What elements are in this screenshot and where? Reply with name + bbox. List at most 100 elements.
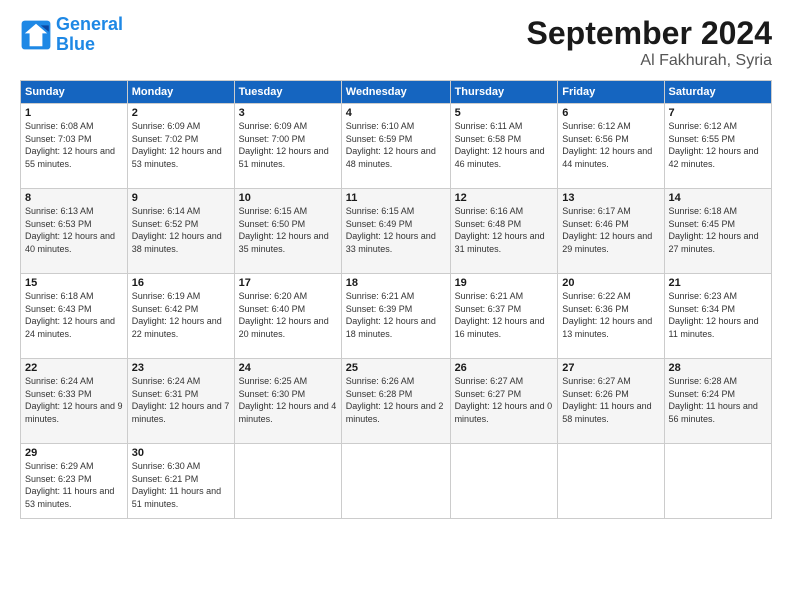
month-title: September 2024 [527, 15, 772, 52]
day-number: 19 [455, 277, 554, 289]
day-number: 3 [239, 107, 337, 119]
calendar-cell: 15Sunrise: 6:18 AMSunset: 6:43 PMDayligh… [21, 274, 128, 359]
day-number: 30 [132, 447, 230, 459]
day-number: 13 [562, 192, 659, 204]
day-info: Sunrise: 6:09 AMSunset: 7:00 PMDaylight:… [239, 120, 337, 170]
day-info: Sunrise: 6:11 AMSunset: 6:58 PMDaylight:… [455, 120, 554, 170]
calendar-cell: 17Sunrise: 6:20 AMSunset: 6:40 PMDayligh… [234, 274, 341, 359]
day-number: 7 [669, 107, 767, 119]
day-number: 28 [669, 362, 767, 374]
day-number: 2 [132, 107, 230, 119]
day-info: Sunrise: 6:20 AMSunset: 6:40 PMDaylight:… [239, 290, 337, 340]
day-number: 16 [132, 277, 230, 289]
day-number: 12 [455, 192, 554, 204]
day-info: Sunrise: 6:23 AMSunset: 6:34 PMDaylight:… [669, 290, 767, 340]
calendar-cell: 5Sunrise: 6:11 AMSunset: 6:58 PMDaylight… [450, 104, 558, 189]
calendar-cell: 4Sunrise: 6:10 AMSunset: 6:59 PMDaylight… [341, 104, 450, 189]
day-info: Sunrise: 6:15 AMSunset: 6:49 PMDaylight:… [346, 205, 446, 255]
day-info: Sunrise: 6:10 AMSunset: 6:59 PMDaylight:… [346, 120, 446, 170]
calendar-header-saturday: Saturday [664, 81, 771, 104]
calendar-header-friday: Friday [558, 81, 664, 104]
day-info: Sunrise: 6:14 AMSunset: 6:52 PMDaylight:… [132, 205, 230, 255]
calendar-cell [234, 444, 341, 519]
day-info: Sunrise: 6:17 AMSunset: 6:46 PMDaylight:… [562, 205, 659, 255]
calendar-cell: 14Sunrise: 6:18 AMSunset: 6:45 PMDayligh… [664, 189, 771, 274]
calendar-cell: 30Sunrise: 6:30 AMSunset: 6:21 PMDayligh… [127, 444, 234, 519]
page: General Blue September 2024 Al Fakhurah,… [0, 0, 792, 612]
day-info: Sunrise: 6:15 AMSunset: 6:50 PMDaylight:… [239, 205, 337, 255]
day-info: Sunrise: 6:12 AMSunset: 6:55 PMDaylight:… [669, 120, 767, 170]
day-info: Sunrise: 6:24 AMSunset: 6:33 PMDaylight:… [25, 375, 123, 425]
calendar-cell: 19Sunrise: 6:21 AMSunset: 6:37 PMDayligh… [450, 274, 558, 359]
header: General Blue September 2024 Al Fakhurah,… [20, 15, 772, 70]
day-number: 11 [346, 192, 446, 204]
calendar-cell: 24Sunrise: 6:25 AMSunset: 6:30 PMDayligh… [234, 359, 341, 444]
calendar-header-monday: Monday [127, 81, 234, 104]
day-info: Sunrise: 6:30 AMSunset: 6:21 PMDaylight:… [132, 460, 230, 510]
day-info: Sunrise: 6:27 AMSunset: 6:26 PMDaylight:… [562, 375, 659, 425]
calendar-cell [341, 444, 450, 519]
day-info: Sunrise: 6:13 AMSunset: 6:53 PMDaylight:… [25, 205, 123, 255]
day-number: 25 [346, 362, 446, 374]
day-info: Sunrise: 6:18 AMSunset: 6:45 PMDaylight:… [669, 205, 767, 255]
day-info: Sunrise: 6:29 AMSunset: 6:23 PMDaylight:… [25, 460, 123, 510]
calendar-cell [558, 444, 664, 519]
calendar-cell: 21Sunrise: 6:23 AMSunset: 6:34 PMDayligh… [664, 274, 771, 359]
day-info: Sunrise: 6:09 AMSunset: 7:02 PMDaylight:… [132, 120, 230, 170]
calendar: SundayMondayTuesdayWednesdayThursdayFrid… [20, 80, 772, 519]
calendar-week-row: 22Sunrise: 6:24 AMSunset: 6:33 PMDayligh… [21, 359, 772, 444]
day-number: 29 [25, 447, 123, 459]
calendar-cell: 10Sunrise: 6:15 AMSunset: 6:50 PMDayligh… [234, 189, 341, 274]
logo-icon [20, 19, 52, 51]
day-number: 21 [669, 277, 767, 289]
day-number: 24 [239, 362, 337, 374]
day-number: 1 [25, 107, 123, 119]
location-title: Al Fakhurah, Syria [527, 52, 772, 70]
day-info: Sunrise: 6:26 AMSunset: 6:28 PMDaylight:… [346, 375, 446, 425]
calendar-header-tuesday: Tuesday [234, 81, 341, 104]
day-number: 14 [669, 192, 767, 204]
day-number: 8 [25, 192, 123, 204]
day-number: 4 [346, 107, 446, 119]
day-number: 6 [562, 107, 659, 119]
day-info: Sunrise: 6:18 AMSunset: 6:43 PMDaylight:… [25, 290, 123, 340]
logo-text: General Blue [56, 15, 123, 55]
calendar-cell: 29Sunrise: 6:29 AMSunset: 6:23 PMDayligh… [21, 444, 128, 519]
day-number: 18 [346, 277, 446, 289]
day-number: 17 [239, 277, 337, 289]
calendar-cell: 23Sunrise: 6:24 AMSunset: 6:31 PMDayligh… [127, 359, 234, 444]
calendar-cell: 8Sunrise: 6:13 AMSunset: 6:53 PMDaylight… [21, 189, 128, 274]
day-info: Sunrise: 6:12 AMSunset: 6:56 PMDaylight:… [562, 120, 659, 170]
day-info: Sunrise: 6:28 AMSunset: 6:24 PMDaylight:… [669, 375, 767, 425]
day-info: Sunrise: 6:27 AMSunset: 6:27 PMDaylight:… [455, 375, 554, 425]
calendar-cell: 1Sunrise: 6:08 AMSunset: 7:03 PMDaylight… [21, 104, 128, 189]
day-info: Sunrise: 6:21 AMSunset: 6:39 PMDaylight:… [346, 290, 446, 340]
day-number: 23 [132, 362, 230, 374]
day-info: Sunrise: 6:08 AMSunset: 7:03 PMDaylight:… [25, 120, 123, 170]
calendar-cell [450, 444, 558, 519]
day-info: Sunrise: 6:19 AMSunset: 6:42 PMDaylight:… [132, 290, 230, 340]
day-number: 20 [562, 277, 659, 289]
calendar-cell: 28Sunrise: 6:28 AMSunset: 6:24 PMDayligh… [664, 359, 771, 444]
title-block: September 2024 Al Fakhurah, Syria [527, 15, 772, 70]
calendar-cell: 16Sunrise: 6:19 AMSunset: 6:42 PMDayligh… [127, 274, 234, 359]
day-info: Sunrise: 6:22 AMSunset: 6:36 PMDaylight:… [562, 290, 659, 340]
calendar-cell: 20Sunrise: 6:22 AMSunset: 6:36 PMDayligh… [558, 274, 664, 359]
day-number: 15 [25, 277, 123, 289]
day-info: Sunrise: 6:25 AMSunset: 6:30 PMDaylight:… [239, 375, 337, 425]
calendar-week-row: 15Sunrise: 6:18 AMSunset: 6:43 PMDayligh… [21, 274, 772, 359]
calendar-cell: 13Sunrise: 6:17 AMSunset: 6:46 PMDayligh… [558, 189, 664, 274]
calendar-cell: 22Sunrise: 6:24 AMSunset: 6:33 PMDayligh… [21, 359, 128, 444]
day-info: Sunrise: 6:21 AMSunset: 6:37 PMDaylight:… [455, 290, 554, 340]
day-number: 27 [562, 362, 659, 374]
calendar-cell: 6Sunrise: 6:12 AMSunset: 6:56 PMDaylight… [558, 104, 664, 189]
calendar-cell: 7Sunrise: 6:12 AMSunset: 6:55 PMDaylight… [664, 104, 771, 189]
calendar-cell: 3Sunrise: 6:09 AMSunset: 7:00 PMDaylight… [234, 104, 341, 189]
calendar-cell: 25Sunrise: 6:26 AMSunset: 6:28 PMDayligh… [341, 359, 450, 444]
day-number: 9 [132, 192, 230, 204]
day-number: 22 [25, 362, 123, 374]
calendar-cell: 12Sunrise: 6:16 AMSunset: 6:48 PMDayligh… [450, 189, 558, 274]
day-number: 5 [455, 107, 554, 119]
calendar-header-row: SundayMondayTuesdayWednesdayThursdayFrid… [21, 81, 772, 104]
calendar-cell: 11Sunrise: 6:15 AMSunset: 6:49 PMDayligh… [341, 189, 450, 274]
